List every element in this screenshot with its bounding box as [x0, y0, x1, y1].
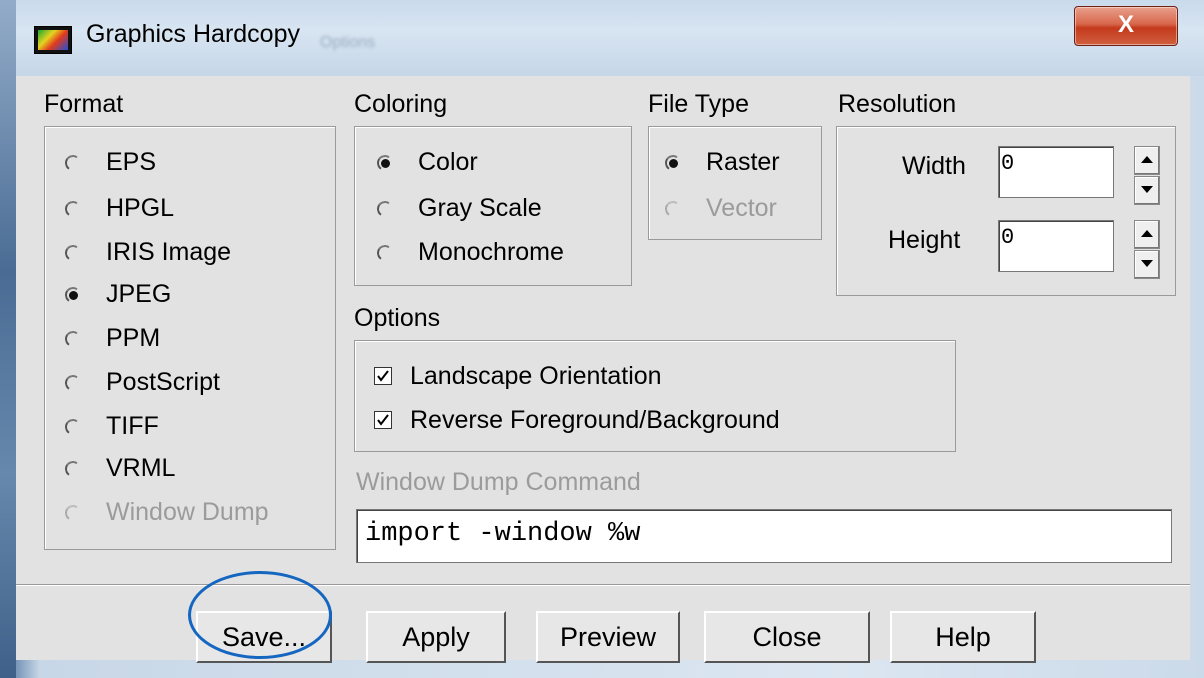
- close-button[interactable]: Close: [704, 611, 870, 663]
- landscape-orientation-checkbox[interactable]: Landscape Orientation: [374, 358, 662, 394]
- coloring-label: Coloring: [354, 90, 448, 118]
- radio-icon: [64, 329, 82, 347]
- dialog-body: Format EPS HPGL IRIS Image JPEG PPM Post…: [16, 76, 1190, 663]
- radio-selected-icon: [64, 285, 82, 303]
- format-option-tiff[interactable]: TIFF: [64, 408, 159, 444]
- height-spin-up-button[interactable]: [1134, 220, 1160, 249]
- checkbox-checked-icon: [374, 411, 392, 429]
- reverse-foreground-background-checkbox[interactable]: Reverse Foreground/Background: [374, 402, 780, 438]
- resolution-label: Resolution: [838, 90, 957, 118]
- close-window-button[interactable]: X: [1074, 6, 1178, 46]
- radio-icon: [664, 199, 682, 217]
- height-input[interactable]: 0: [998, 220, 1114, 272]
- coloring-option-gray-scale[interactable]: Gray Scale: [376, 190, 542, 226]
- window-dump-command-label: Window Dump Command: [356, 468, 641, 496]
- width-spin-up-button[interactable]: [1134, 146, 1160, 175]
- button-separator: [16, 584, 1190, 586]
- save-highlight-circle: [188, 571, 332, 659]
- format-label: Format: [44, 90, 124, 118]
- radio-icon: [64, 153, 82, 171]
- window-dump-command-input[interactable]: import -window %w: [356, 509, 1172, 563]
- file-type-option-raster[interactable]: Raster: [664, 144, 780, 180]
- radio-icon: [64, 243, 82, 261]
- format-option-postscript[interactable]: PostScript: [64, 364, 220, 400]
- radio-icon: [376, 243, 394, 261]
- width-input[interactable]: 0: [998, 146, 1114, 198]
- coloring-option-color[interactable]: Color: [376, 144, 478, 180]
- options-label: Options: [354, 304, 441, 332]
- format-option-eps[interactable]: EPS: [64, 144, 156, 180]
- file-type-label: File Type: [648, 90, 749, 118]
- radio-icon: [64, 503, 82, 521]
- background-ghost-text: Options: [320, 34, 376, 51]
- coloring-option-monochrome[interactable]: Monochrome: [376, 234, 564, 270]
- width-spinner[interactable]: [1134, 146, 1160, 205]
- checkbox-checked-icon: [374, 367, 392, 385]
- format-option-iris-image[interactable]: IRIS Image: [64, 234, 231, 270]
- radio-selected-icon: [664, 153, 682, 171]
- file-type-option-vector: Vector: [664, 190, 777, 226]
- format-option-ppm[interactable]: PPM: [64, 320, 160, 356]
- format-option-jpeg[interactable]: JPEG: [64, 276, 171, 312]
- app-icon: [34, 26, 72, 54]
- format-option-window-dump: Window Dump: [64, 494, 269, 530]
- radio-icon: [64, 373, 82, 391]
- height-label: Height: [888, 226, 961, 254]
- preview-button[interactable]: Preview: [536, 611, 680, 663]
- window-title: Graphics Hardcopy: [86, 20, 300, 48]
- radio-icon: [64, 199, 82, 217]
- apply-button[interactable]: Apply: [366, 611, 506, 663]
- radio-icon: [376, 199, 394, 217]
- format-option-hpgl[interactable]: HPGL: [64, 190, 174, 226]
- width-label: Width: [902, 152, 966, 180]
- radio-icon: [64, 459, 82, 477]
- height-spin-down-button[interactable]: [1134, 250, 1160, 279]
- format-option-vrml[interactable]: VRML: [64, 450, 175, 486]
- help-button[interactable]: Help: [890, 611, 1036, 663]
- radio-selected-icon: [376, 153, 394, 171]
- width-spin-down-button[interactable]: [1134, 176, 1160, 205]
- height-spinner[interactable]: [1134, 220, 1160, 279]
- close-icon: X: [1117, 11, 1134, 38]
- radio-icon: [64, 417, 82, 435]
